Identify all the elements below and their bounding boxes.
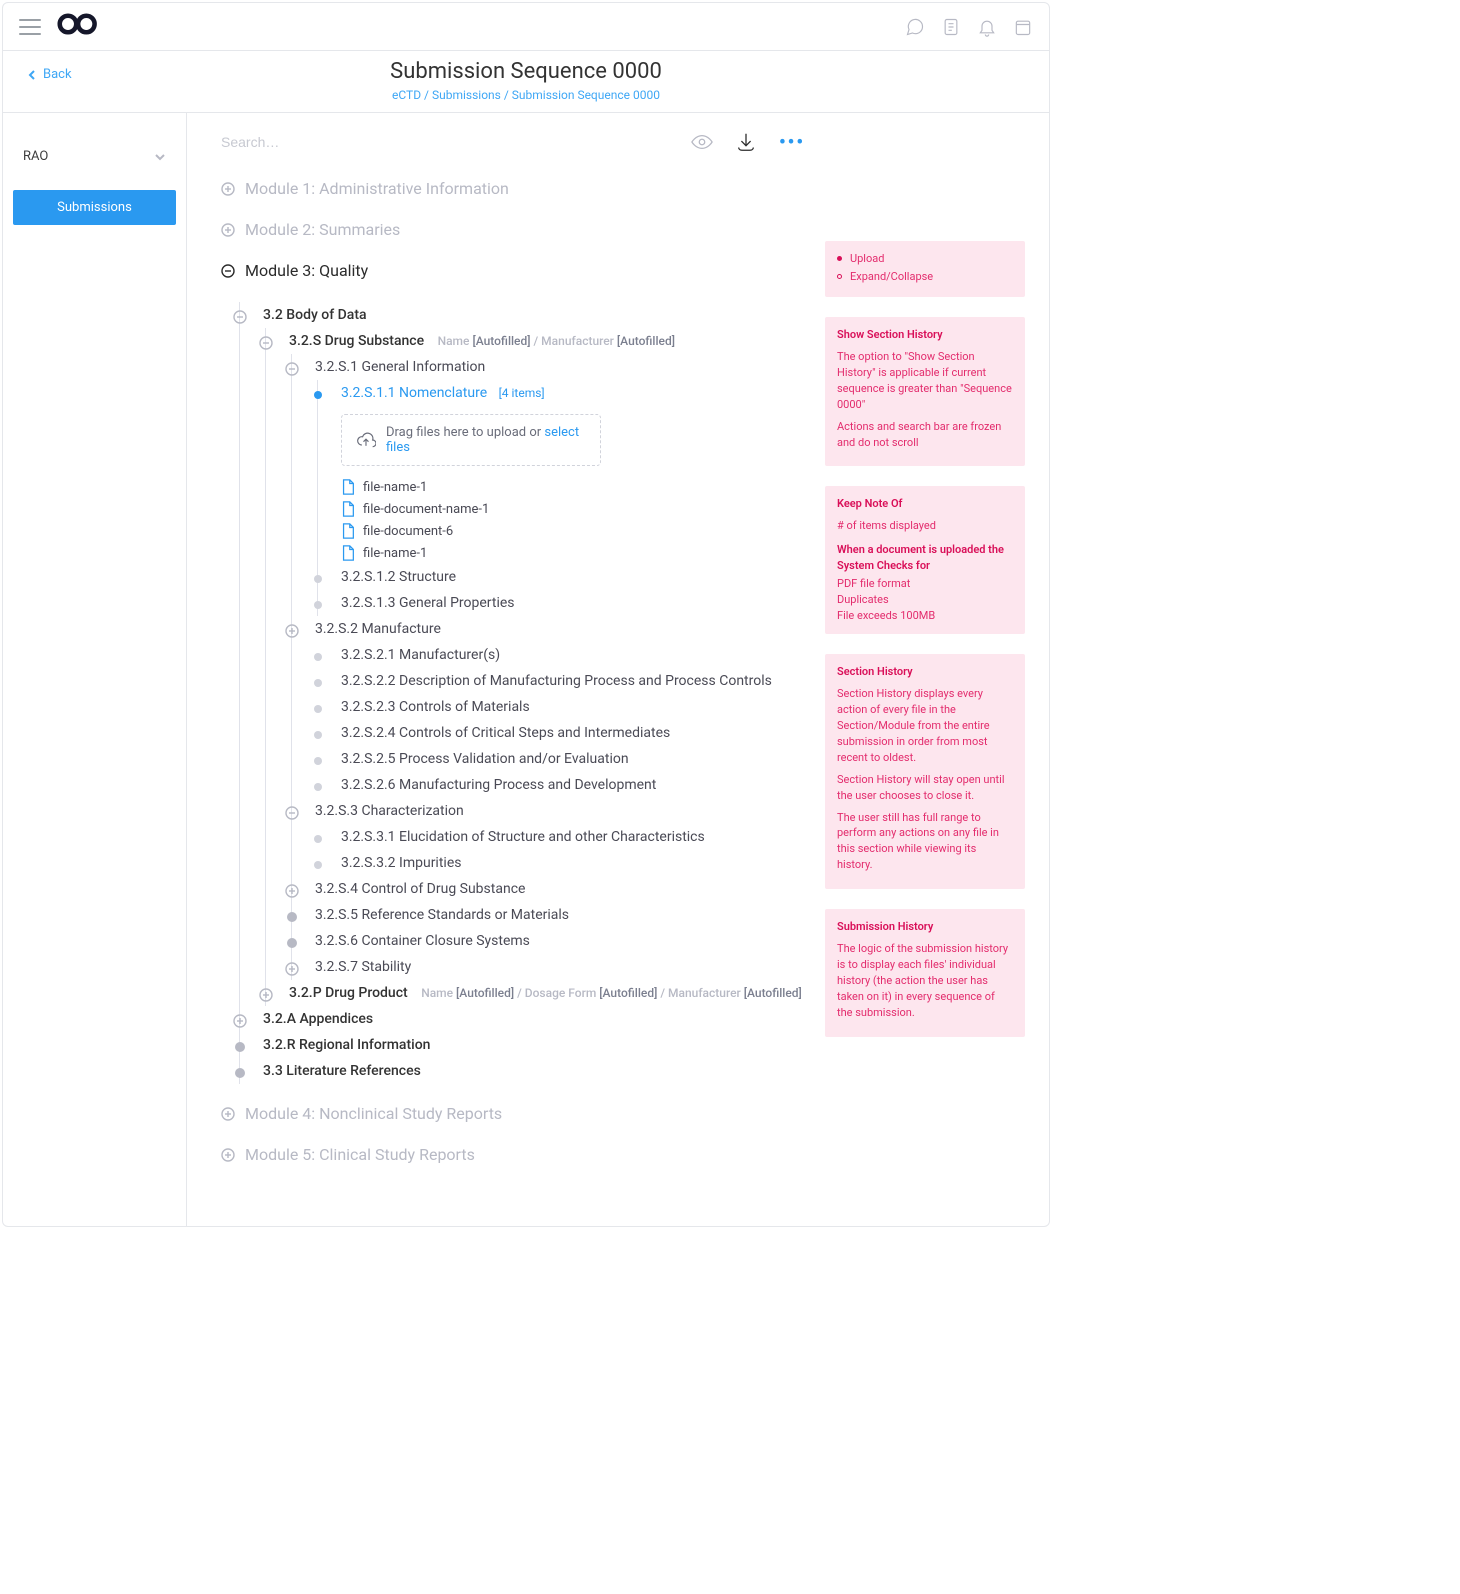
calendar-icon[interactable]: [1013, 17, 1033, 37]
file-icon: [341, 501, 355, 517]
project-selector[interactable]: RAO: [13, 143, 176, 170]
annotation-note: Submission History The logic of the subm…: [825, 909, 1025, 1037]
download-icon[interactable]: [735, 131, 757, 153]
expand-icon: [233, 1014, 247, 1028]
cloud-upload-icon: [356, 429, 376, 451]
dropzone-text: Drag files here to upload or select file…: [386, 425, 586, 455]
sidebar-item-submissions[interactable]: Submissions: [13, 190, 176, 225]
page-title: Submission Sequence 0000: [27, 59, 1025, 84]
expand-icon: [221, 1148, 235, 1162]
chevron-down-icon: [154, 151, 166, 163]
bell-icon[interactable]: [977, 17, 997, 37]
tree-node[interactable]: 3.2.S.7 Stability: [285, 954, 805, 980]
expand-icon: [221, 1107, 235, 1121]
annotation-note: Show Section History The option to "Show…: [825, 317, 1025, 467]
module-label: Module 4: Nonclinical Study Reports: [245, 1104, 502, 1123]
collapse-icon: [285, 362, 299, 376]
module-label: Module 1: Administrative Information: [245, 179, 509, 198]
expand-icon: [221, 182, 235, 196]
tree-node[interactable]: 3.2.S.2.6 Manufacturing Process and Deve…: [311, 772, 805, 798]
tree-node[interactable]: 3.2.P Drug Product Name [Autofilled] / D…: [259, 980, 805, 1006]
file-item[interactable]: file-document-6: [341, 520, 805, 542]
file-icon: [341, 479, 355, 495]
item-count: [4 items]: [499, 386, 545, 400]
breadcrumb[interactable]: eCTD / Submissions / Submission Sequence…: [27, 88, 1025, 102]
tree-node[interactable]: 3.2.S.3 Characterization: [285, 798, 805, 824]
tree-node[interactable]: 3.2.S.4 Control of Drug Substance: [285, 876, 805, 902]
collapse-icon: [221, 264, 235, 278]
collapse-icon: [259, 336, 273, 350]
tree-node[interactable]: 3.2 Body of Data: [233, 302, 805, 328]
meta-name: Name [Autofilled] / Manufacturer [Autofi…: [438, 334, 675, 348]
tree-module-5[interactable]: Module 5: Clinical Study Reports: [221, 1145, 805, 1164]
menu-button[interactable]: [19, 19, 41, 35]
expand-icon: [221, 223, 235, 237]
project-name: RAO: [23, 149, 48, 164]
tree-module-4[interactable]: Module 4: Nonclinical Study Reports: [221, 1104, 805, 1123]
expand-icon: [259, 988, 273, 1002]
chat-icon[interactable]: [905, 17, 925, 37]
annotation-note: Section History Section History displays…: [825, 654, 1025, 889]
file-item[interactable]: file-document-name-1: [341, 498, 805, 520]
tree-node[interactable]: 3.2.S.5 Reference Standards or Materials: [285, 902, 805, 928]
dot-icon: [311, 388, 325, 402]
back-label: Back: [43, 67, 72, 82]
module-label: Module 2: Summaries: [245, 220, 400, 239]
tree-node[interactable]: 3.2.S.1 General Information: [285, 354, 805, 380]
collapse-icon: [285, 806, 299, 820]
file-icon: [341, 545, 355, 561]
tree-node[interactable]: 3.2.S.2.2 Description of Manufacturing P…: [311, 668, 805, 694]
back-button[interactable]: Back: [27, 67, 72, 82]
expand-icon: [285, 624, 299, 638]
tree-node[interactable]: 3.2.S.2.4 Controls of Critical Steps and…: [311, 720, 805, 746]
tree-node[interactable]: 3.2.S.1.3 General Properties: [311, 590, 805, 616]
visibility-icon[interactable]: [691, 131, 713, 153]
file-item[interactable]: file-name-1: [341, 542, 805, 564]
tree-node[interactable]: 3.2.S.2 Manufacture: [285, 616, 805, 642]
app-logo: [57, 13, 101, 41]
document-icon[interactable]: [941, 17, 961, 37]
tree-node[interactable]: 3.2.A Appendices: [233, 1006, 805, 1032]
file-dropzone[interactable]: Drag files here to upload or select file…: [341, 414, 601, 466]
file-icon: [341, 523, 355, 539]
tree-node[interactable]: 3.2.S.1.1 Nomenclature [4 items]: [311, 380, 805, 406]
tree-node[interactable]: 3.2.S.2.1 Manufacturer(s): [311, 642, 805, 668]
tree-node[interactable]: 3.2.S.2.5 Process Validation and/or Eval…: [311, 746, 805, 772]
expand-icon: [285, 962, 299, 976]
chevron-left-icon: [27, 70, 37, 80]
expand-icon: [285, 884, 299, 898]
tree-node[interactable]: 3.2.S.2.3 Controls of Materials: [311, 694, 805, 720]
annotation-note: Upload Expand/Collapse: [825, 241, 1025, 297]
collapse-icon: [233, 310, 247, 324]
tree-module-2[interactable]: Module 2: Summaries: [221, 220, 805, 239]
tree-module-1[interactable]: Module 1: Administrative Information: [221, 179, 805, 198]
file-item[interactable]: file-name-1: [341, 476, 805, 498]
tree-node[interactable]: 3.2.S.6 Container Closure Systems: [285, 928, 805, 954]
tree-node[interactable]: 3.2.R Regional Information: [233, 1032, 805, 1058]
module-label: Module 5: Clinical Study Reports: [245, 1145, 475, 1164]
module-label: Module 3: Quality: [245, 261, 368, 280]
tree-node[interactable]: 3.3 Literature References: [233, 1058, 805, 1084]
tree-node[interactable]: 3.2.S.1.2 Structure: [311, 564, 805, 590]
annotation-note: Keep Note Of # of items displayed When a…: [825, 486, 1025, 634]
tree-node[interactable]: 3.2.S.3.1 Elucidation of Structure and o…: [311, 824, 805, 850]
tree-node[interactable]: 3.2.S Drug Substance Name [Autofilled] /…: [259, 328, 805, 354]
more-icon[interactable]: •••: [779, 132, 805, 153]
tree-node[interactable]: 3.2.S.3.2 Impurities: [311, 850, 805, 876]
tree-module-3[interactable]: Module 3: Quality: [221, 261, 805, 280]
search-input[interactable]: [221, 134, 669, 150]
